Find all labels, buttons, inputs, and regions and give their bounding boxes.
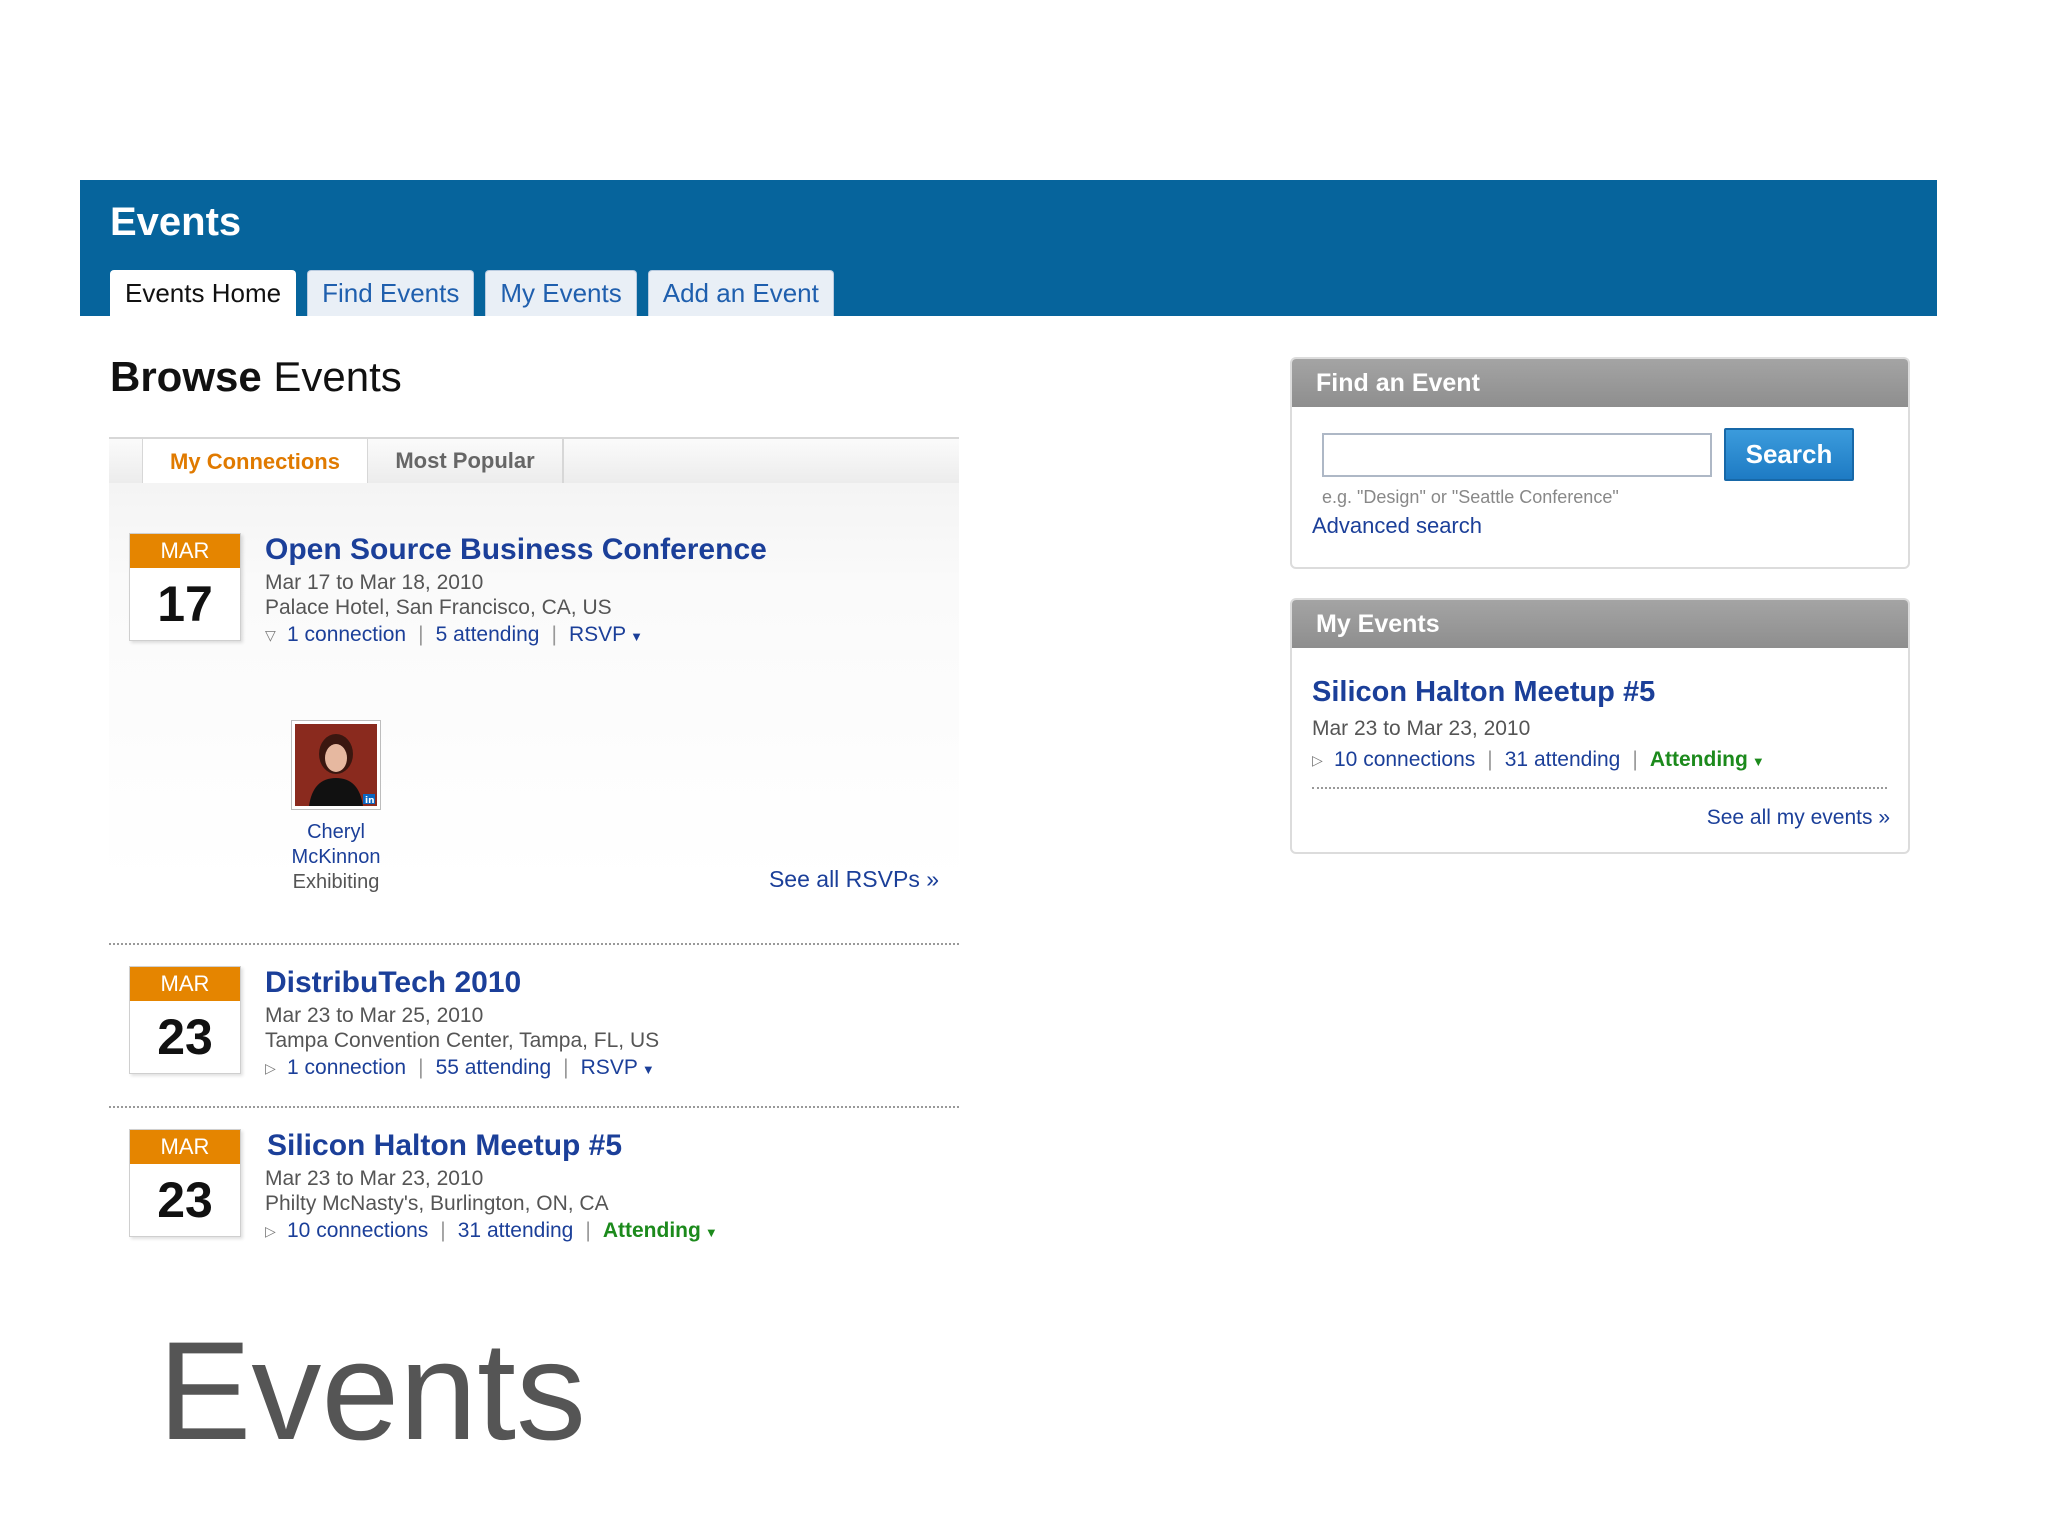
browse-events-title: Browse Events [110,353,402,400]
caret-down-icon: ▼ [1751,754,1765,769]
event-list: MAR 17 Open Source Business Conference M… [109,483,959,1263]
find-event-panel-title: Find an Event [1292,359,1908,407]
see-all-rsvps-link[interactable]: See all RSVPs » [769,866,939,893]
triangle-right-icon[interactable]: ▷ [265,1223,287,1240]
divider [109,1106,959,1108]
attending-count-link[interactable]: 55 attending [436,1056,552,1080]
rsvp-dropdown[interactable]: RSVP ▼ [569,623,643,647]
date-badge: MAR 23 [129,966,241,1074]
date-day: 17 [157,576,213,632]
my-event-meta: ▷ 10 connections | 31 attending | Attend… [1312,748,1765,772]
connections-link[interactable]: 1 connection [287,1056,406,1080]
date-month: MAR [130,1130,240,1164]
caret-down-icon: ▼ [630,629,644,644]
attending-count-link[interactable]: 31 attending [458,1219,574,1243]
tab-events-home[interactable]: Events Home [110,270,297,316]
see-all-my-events-link[interactable]: See all my events » [1707,806,1890,830]
divider [1312,787,1887,789]
main-tabs: Events Home Find Events My Events Add an… [110,270,834,316]
my-events-panel: My Events Silicon Halton Meetup #5 Mar 2… [1290,598,1910,854]
date-month: MAR [130,534,240,568]
separator: | [418,623,424,646]
date-badge: MAR 23 [129,1129,241,1237]
connections-link[interactable]: 10 connections [1334,748,1475,772]
person-photo-icon: in [295,724,377,806]
advanced-search-link[interactable]: Advanced search [1312,513,1482,539]
attending-status-dropdown[interactable]: Attending ▼ [1650,748,1765,772]
event-meta: ▷ 10 connections | 31 attending | Attend… [265,1219,718,1243]
separator: | [563,1056,569,1079]
event-location: Palace Hotel, San Francisco, CA, US [265,596,612,619]
rsvp-dropdown[interactable]: RSVP ▼ [581,1056,655,1080]
date-day: 23 [157,1009,213,1065]
event-dates: Mar 23 to Mar 23, 2010 [265,1167,484,1190]
tab-my-events[interactable]: My Events [485,270,637,316]
triangle-down-icon[interactable]: ▽ [265,627,287,644]
tab-find-events[interactable]: Find Events [307,270,475,316]
date-month: MAR [130,967,240,1001]
my-event-title-link[interactable]: Silicon Halton Meetup #5 [1312,676,1655,709]
event-title-link[interactable]: DistribuTech 2010 [265,966,521,1000]
person-status: Exhibiting [292,871,380,893]
triangle-right-icon[interactable]: ▷ [265,1060,287,1077]
events-header: Events Events Home Find Events My Events… [80,180,1937,316]
triangle-right-icon[interactable]: ▷ [1312,752,1334,769]
event-search-input[interactable] [1322,433,1712,477]
search-hint: e.g. "Design" or "Seattle Conference" [1322,487,1619,507]
connections-link[interactable]: 1 connection [287,623,406,647]
slide-caption: Events [158,1312,586,1469]
attending-count-link[interactable]: 31 attending [1505,748,1621,772]
event-meta: ▷ 1 connection | 55 attending | RSVP ▼ [265,1056,655,1080]
divider [109,943,959,945]
find-event-panel: Find an Event Search e.g. "Design" or "S… [1290,357,1910,569]
event-title-link[interactable]: Open Source Business Conference [265,533,767,567]
svg-text:in: in [365,796,375,806]
tab-add-an-event[interactable]: Add an Event [647,270,834,316]
event-dates: Mar 23 to Mar 25, 2010 [265,1004,484,1027]
caret-down-icon: ▼ [641,1062,655,1077]
event-location: Philty McNasty's, Burlington, ON, CA [265,1192,609,1215]
separator: | [440,1219,446,1242]
event-meta: ▽ 1 connection | 5 attending | RSVP ▼ [265,623,643,647]
avatar[interactable]: in [291,720,381,810]
separator: | [585,1219,591,1242]
subtab-my-connections[interactable]: My Connections [142,437,368,485]
event-location: Tampa Convention Center, Tampa, FL, US [265,1029,660,1052]
date-day: 23 [157,1172,213,1228]
search-button[interactable]: Search [1724,428,1854,481]
separator: | [551,623,557,646]
person-name-link[interactable]: Cheryl McKinnon [281,820,391,870]
my-event-dates: Mar 23 to Mar 23, 2010 [1312,717,1531,740]
separator: | [1632,748,1638,771]
separator: | [418,1056,424,1079]
subtab-most-popular[interactable]: Most Popular [368,437,564,485]
browse-subtabs: My Connections Most Popular [109,437,959,485]
event-dates: Mar 17 to Mar 18, 2010 [265,571,484,594]
date-badge: MAR 17 [129,533,241,641]
separator: | [1487,748,1493,771]
connections-link[interactable]: 10 connections [287,1219,428,1243]
attending-status-dropdown[interactable]: Attending ▼ [603,1219,718,1243]
header-title: Events [110,200,242,244]
caret-down-icon: ▼ [704,1225,718,1240]
connection-person[interactable]: in Cheryl McKinnon Exhibiting [281,720,391,895]
event-title-link[interactable]: Silicon Halton Meetup #5 [267,1129,622,1163]
my-events-panel-title: My Events [1292,600,1908,648]
attending-count-link[interactable]: 5 attending [436,623,540,647]
